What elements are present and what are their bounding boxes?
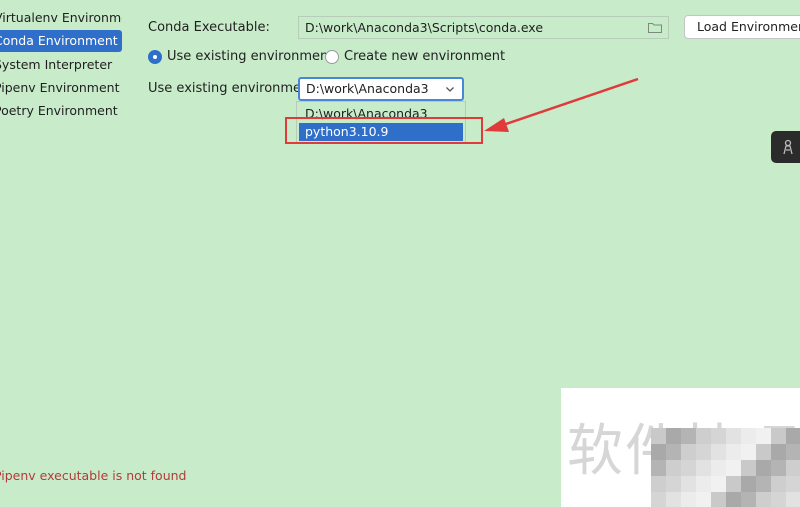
mosaic-tile: [741, 492, 756, 507]
mosaic-tile: [771, 428, 786, 444]
mosaic-tile: [741, 428, 756, 444]
mosaic-tile: [756, 428, 771, 444]
mosaic-tile: [786, 460, 800, 476]
plugin-icon: [783, 139, 793, 155]
mosaic-tile: [771, 460, 786, 476]
mosaic-tile: [756, 492, 771, 507]
mosaic-tile: [726, 460, 741, 476]
annotation-highlight-box: [285, 117, 483, 144]
sidebar-item-label: Pipenv Environment: [0, 80, 120, 95]
mosaic-tile: [681, 444, 696, 460]
mosaic-tile: [696, 492, 711, 507]
chevron-down-icon: [446, 87, 454, 92]
mosaic-tile: [696, 444, 711, 460]
sidebar-item-conda[interactable]: Conda Environment: [0, 30, 122, 52]
error-message: Pipenv executable is not found: [0, 468, 187, 483]
mosaic-tile: [711, 476, 726, 492]
mosaic-tile: [756, 476, 771, 492]
mosaic-tile: [681, 460, 696, 476]
mosaic-tile: [711, 492, 726, 507]
mosaic-tile: [651, 460, 666, 476]
mosaic-tile: [666, 476, 681, 492]
floating-tool-button[interactable]: [771, 131, 800, 163]
existing-environment-select[interactable]: D:\work\Anaconda3: [298, 77, 464, 101]
mosaic-tile: [651, 476, 666, 492]
sidebar-item-poetry[interactable]: Poetry Environment: [0, 100, 122, 122]
mosaic-tile: [711, 460, 726, 476]
mosaic-tile: [696, 428, 711, 444]
mosaic-tile: [681, 428, 696, 444]
mosaic-tile: [666, 444, 681, 460]
conda-executable-value: D:\work\Anaconda3\Scripts\conda.exe: [305, 20, 544, 35]
use-existing-radio-label[interactable]: Use existing environment: [167, 49, 333, 64]
mosaic-tile: [786, 444, 800, 460]
mosaic-tile: [651, 492, 666, 507]
mosaic-tile: [786, 492, 800, 507]
watermark-mosaic: [651, 428, 800, 507]
mosaic-tile: [756, 444, 771, 460]
mosaic-tile: [666, 460, 681, 476]
watermark: 软件技巧: [561, 388, 800, 507]
mosaic-tile: [741, 444, 756, 460]
mosaic-tile: [756, 460, 771, 476]
mosaic-tile: [771, 444, 786, 460]
mosaic-tile: [651, 428, 666, 444]
mosaic-tile: [726, 428, 741, 444]
use-existing-radio[interactable]: [148, 50, 162, 64]
sidebar-item-label: System Interpreter: [0, 57, 113, 72]
sidebar-item-label: Poetry Environment: [0, 103, 118, 118]
mosaic-tile: [771, 476, 786, 492]
conda-executable-label: Conda Executable:: [148, 20, 270, 35]
mosaic-tile: [741, 476, 756, 492]
create-new-radio-label[interactable]: Create new environment: [344, 49, 505, 64]
mosaic-tile: [726, 444, 741, 460]
mosaic-tile: [651, 444, 666, 460]
mosaic-tile: [696, 460, 711, 476]
mosaic-tile: [711, 444, 726, 460]
mosaic-tile: [681, 476, 696, 492]
conda-executable-field[interactable]: D:\work\Anaconda3\Scripts\conda.exe: [298, 16, 669, 39]
mosaic-tile: [741, 460, 756, 476]
mosaic-tile: [726, 476, 741, 492]
sidebar-item-label: Conda Environment: [0, 33, 118, 48]
create-new-radio[interactable]: [325, 50, 339, 64]
mosaic-tile: [711, 428, 726, 444]
mosaic-tile: [771, 492, 786, 507]
sidebar-item-label: Virtualenv Environment: [0, 10, 122, 25]
mosaic-tile: [786, 476, 800, 492]
sidebar-item-pipenv[interactable]: Pipenv Environment: [0, 77, 122, 99]
load-environments-button[interactable]: Load Environments: [684, 15, 800, 39]
sidebar-item-system-interpreter[interactable]: System Interpreter: [0, 54, 122, 76]
existing-environment-label: Use existing environment:: [148, 81, 319, 96]
folder-icon[interactable]: [648, 22, 662, 33]
mosaic-tile: [666, 428, 681, 444]
mosaic-tile: [696, 476, 711, 492]
mosaic-tile: [681, 492, 696, 507]
sidebar-item-virtualenv[interactable]: Virtualenv Environment: [0, 7, 122, 29]
mosaic-tile: [786, 428, 800, 444]
selected-environment-value: D:\work\Anaconda3: [306, 81, 429, 96]
mosaic-tile: [726, 492, 741, 507]
mosaic-tile: [666, 492, 681, 507]
